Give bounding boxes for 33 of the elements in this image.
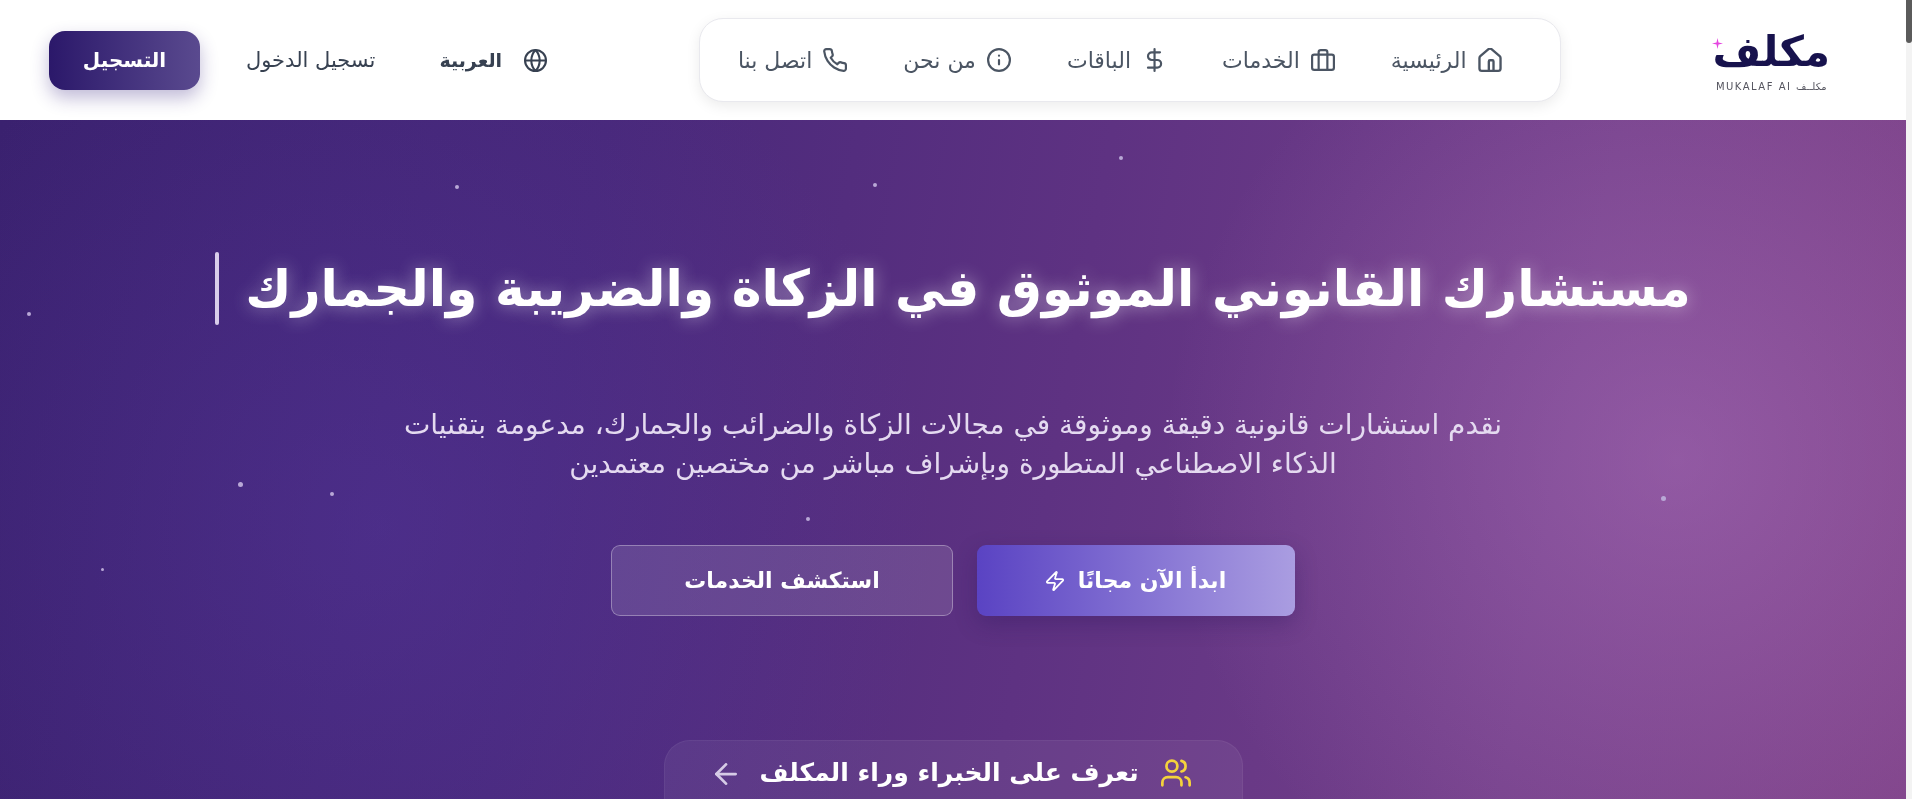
briefcase-icon xyxy=(1310,48,1335,72)
users-icon xyxy=(1160,759,1191,787)
particle-dot xyxy=(873,183,877,187)
info-icon xyxy=(986,48,1011,72)
logo-caption: MUKALAF AI مكلــف xyxy=(1715,80,1827,92)
nav-link[interactable]: اتصل بنا xyxy=(733,41,852,79)
explore-services-button[interactable]: استكشف الخدمات xyxy=(611,545,953,616)
experts-link[interactable]: تعرف على الخبراء وراء المكلف xyxy=(663,740,1243,799)
particle-dot xyxy=(27,312,31,316)
nav-link[interactable]: من نحن xyxy=(899,41,1015,79)
nav-link[interactable]: الخدمات xyxy=(1218,41,1339,79)
nav-link[interactable]: الباقات xyxy=(1062,41,1170,79)
particle-dot xyxy=(238,482,243,487)
particle-dot xyxy=(330,492,334,496)
particle-dot xyxy=(1661,496,1666,501)
particle-dot xyxy=(101,568,104,571)
lightning-icon xyxy=(1045,570,1064,591)
globe-icon xyxy=(524,48,548,72)
signup-button[interactable]: التسجيل xyxy=(49,30,200,90)
home-icon xyxy=(1477,48,1502,72)
scrollbar-thumb[interactable] xyxy=(1906,0,1912,43)
start-free-button[interactable]: ابدأ الآن مجانًا xyxy=(977,545,1295,616)
logo-wordmark[interactable]: مكلف xyxy=(1712,28,1830,77)
arrow-icon xyxy=(715,763,738,785)
login-link[interactable]: تسجيل الدخول xyxy=(246,48,376,72)
language-switcher[interactable]: العربية xyxy=(439,48,548,72)
particle-dot xyxy=(455,185,459,189)
particle-dot xyxy=(1119,156,1123,160)
nav-link[interactable]: الرئيسية xyxy=(1386,41,1506,79)
hero-subtitle: نقدم استشارات قانونية دقيقة وموثوقة في مجالات الزكاة والضرائب والجمارك، مدعومة بتقنيات الذكاء الاصطناعي المتطورة وبإشراف مباشر من مختصين معتمدين xyxy=(402,407,1504,482)
particle-dot xyxy=(806,517,810,521)
hero-title: مستشارك القانوني الموثوق في الزكاة والضريبة والجمارك xyxy=(245,258,1691,321)
phone-icon xyxy=(823,48,848,72)
